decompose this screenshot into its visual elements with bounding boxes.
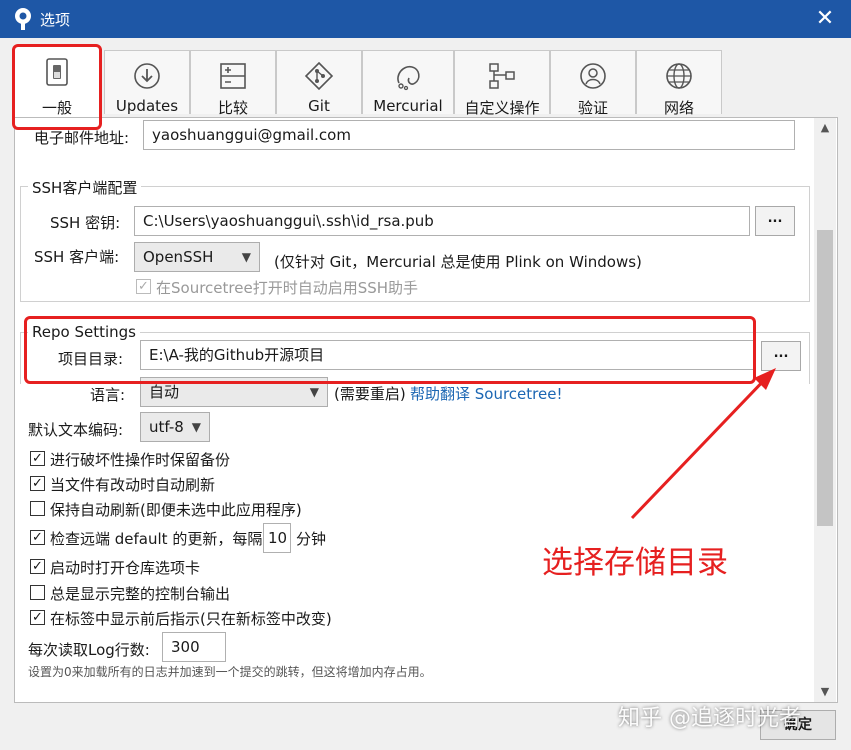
tab-authentication[interactable]: 验证 — [550, 50, 636, 117]
option-checkbox-tag-indicator[interactable]: ✓ — [30, 610, 45, 625]
encoding-select[interactable]: utf-8 ▼ — [140, 412, 210, 442]
tab-mercurial[interactable]: Mercurial — [362, 50, 454, 115]
log-count-hint: 设置为0来加载所有的日志并加速到一个提交的跳转，但这将增加内存占用。 — [28, 665, 432, 679]
close-icon[interactable]: ✕ — [810, 4, 840, 34]
restart-note: (需要重启) — [334, 385, 406, 403]
option-label-auto-refresh: 当文件有改动时自动刷新 — [50, 476, 216, 494]
chevron-down-icon: ▼ — [191, 420, 201, 434]
log-count-field[interactable]: 300 — [162, 632, 226, 662]
option-label-full-console: 总是显示完整的控制台输出 — [50, 585, 231, 603]
tab-custom-actions[interactable]: 自定义操作 — [454, 50, 550, 117]
ssh-auto-start-label: 在Sourcetree打开时自动启用SSH助手 — [156, 279, 419, 297]
tab-git[interactable]: Git — [276, 50, 362, 115]
ssh-client-label: SSH 客户端: — [34, 248, 120, 266]
download-icon — [134, 63, 160, 89]
log-count-label: 每次读取Log行数: — [28, 641, 150, 659]
email-label: 电子邮件地址: — [34, 129, 130, 147]
globe-icon — [666, 63, 692, 89]
option-checkbox-keep-refresh[interactable] — [30, 501, 45, 516]
option-label-tag-indicator: 在标签中显示前后指示(只在新标签中改变) — [50, 610, 332, 628]
annotation-arrow-icon — [630, 368, 776, 520]
ssh-auto-start-checkbox[interactable]: ✓ — [136, 279, 151, 294]
option-checkbox-backup[interactable]: ✓ — [30, 451, 45, 466]
chevron-down-icon: ▼ — [241, 250, 251, 264]
project-dir-label: 项目目录: — [58, 350, 124, 368]
user-icon — [580, 63, 606, 89]
title-bar: 选项 ✕ — [0, 0, 851, 38]
option-label-backup: 进行破坏性操作时保留备份 — [50, 451, 231, 469]
ssh-key-label: SSH 密钥: — [50, 214, 121, 232]
option-checkbox-full-console[interactable] — [30, 585, 45, 600]
ssh-client-note: (仅针对 Git，Mercurial 总是使用 Plink on Windows… — [274, 253, 642, 271]
tab-network[interactable]: 网络 — [636, 50, 722, 117]
repo-group-title: Repo Settings — [28, 323, 140, 341]
watermark: 知乎 @追逐时光者 — [618, 706, 801, 731]
chevron-down-icon: ▼ — [309, 385, 319, 399]
option-label-open-tabs: 启动时打开仓库选项卡 — [50, 559, 201, 577]
language-select[interactable]: 自动 ▼ — [140, 377, 328, 407]
scroll-down-icon[interactable]: ▼ — [814, 682, 836, 702]
panel-scrollbar[interactable]: ▲ ▼ — [814, 118, 836, 702]
annotation-text: 选择存储目录 — [542, 545, 728, 581]
window-title: 选项 — [40, 11, 71, 29]
tab-updates[interactable]: Updates — [104, 50, 190, 115]
tab-compare[interactable]: 比较 — [190, 50, 276, 117]
ssh-key-field[interactable]: C:\Users\yaoshuanggui\.ssh\id_rsa.pub — [134, 206, 750, 236]
ssh-key-browse-button[interactable]: ... — [755, 206, 795, 236]
language-label: 语言: — [90, 386, 126, 404]
ssh-group-title: SSH客户端配置 — [28, 177, 142, 198]
custom-actions-icon — [489, 63, 515, 89]
switch-icon — [46, 58, 68, 86]
translate-link[interactable]: 帮助翻译 Sourcetree! — [410, 383, 562, 404]
option-checkbox-auto-refresh[interactable]: ✓ — [30, 476, 45, 491]
compare-icon — [220, 63, 246, 89]
remote-check-interval-field[interactable]: 10 — [263, 523, 291, 553]
scrollbar-thumb[interactable] — [817, 230, 833, 526]
ssh-client-select[interactable]: OpenSSH ▼ — [134, 242, 260, 272]
tab-general[interactable]: 一般 — [14, 46, 100, 118]
encoding-label: 默认文本编码: — [28, 421, 124, 439]
email-field[interactable]: yaoshuanggui@gmail.com — [143, 120, 795, 150]
sourcetree-logo-icon — [15, 8, 31, 30]
option-checkbox-open-tabs[interactable]: ✓ — [30, 559, 45, 574]
option-label-check-remote: 检查远端 default 的更新，每隔 — [50, 530, 263, 548]
option-label-keep-refresh: 保持自动刷新(即便未选中此应用程序) — [50, 501, 302, 519]
remote-check-unit: 分钟 — [296, 530, 327, 548]
scroll-up-icon[interactable]: ▲ — [814, 118, 836, 138]
git-icon — [304, 61, 334, 91]
mercurial-icon — [397, 65, 420, 91]
option-checkbox-check-remote[interactable]: ✓ — [30, 530, 45, 545]
